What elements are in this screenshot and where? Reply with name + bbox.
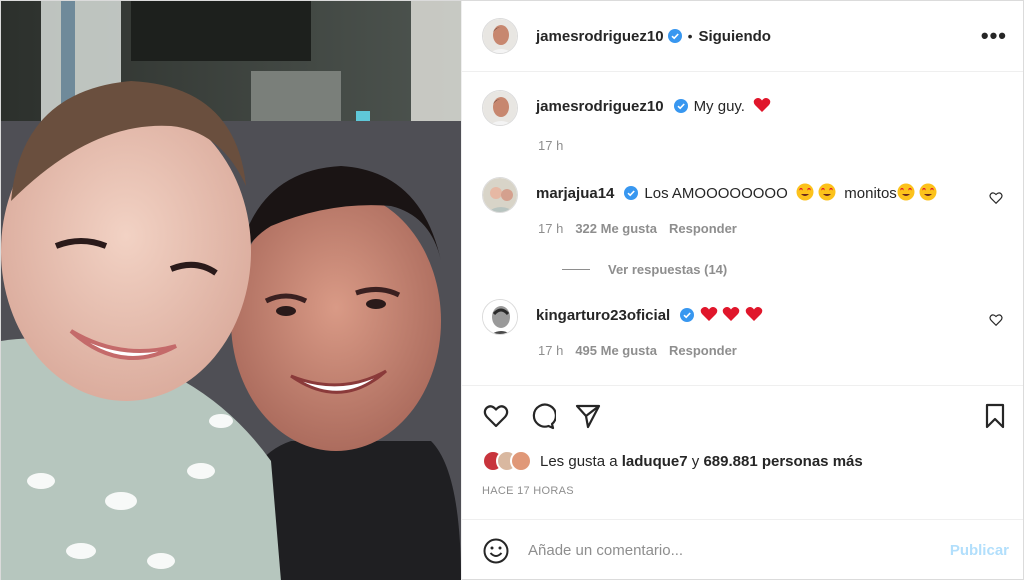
header-separator: • <box>687 28 693 44</box>
author-username[interactable]: jamesrodriguez10 <box>536 28 664 45</box>
view-replies-label: Ver respuestas (14) <box>608 262 728 277</box>
red-heart-emoji <box>753 98 771 112</box>
comments-section: jamesrodriguez10 My guy. 17 h marjajua14… <box>462 72 1023 385</box>
reply-button[interactable]: Responder <box>669 221 737 236</box>
likes-summary: Les gusta a laduque7 y 689.881 personas … <box>462 445 1023 477</box>
post-timestamp[interactable]: HACE 17 HORAS <box>462 477 1023 519</box>
caption-avatar[interactable] <box>482 90 518 126</box>
verified-badge-icon <box>667 29 682 43</box>
commenter-avatar[interactable] <box>482 299 518 335</box>
reply-button[interactable]: Responder <box>669 343 737 358</box>
bookmark-icon[interactable] <box>981 402 1009 430</box>
publish-button[interactable]: Publicar <box>950 542 1009 559</box>
comment-time: 17 h <box>538 343 564 358</box>
comment-item: marjajua14 Los AMOOOOOOOO monitos <box>482 177 1007 213</box>
post-side-panel: jamesrodriguez10 • Siguiendo ••• jamesro… <box>461 1 1023 580</box>
replies-divider <box>562 269 590 270</box>
like-comment-icon[interactable] <box>989 191 1003 205</box>
commenter-avatar[interactable] <box>482 177 518 213</box>
emoji-icon[interactable] <box>482 537 510 565</box>
author-avatar[interactable] <box>482 18 518 54</box>
comment-meta: 17 h 322 Me gusta Responder <box>538 221 1007 236</box>
comment-likes[interactable]: 495 Me gusta <box>575 343 657 358</box>
view-replies-button[interactable]: Ver respuestas (14) <box>562 262 1007 277</box>
share-icon[interactable] <box>574 402 602 430</box>
caption-time: 17 h <box>538 138 564 153</box>
caption: jamesrodriguez10 My guy. <box>482 90 1007 126</box>
add-comment-bar: Publicar <box>462 519 1023 580</box>
likes-prefix: Les gusta a <box>540 452 618 470</box>
heart-eyes-emoji <box>818 183 836 201</box>
post-header: jamesrodriguez10 • Siguiendo ••• <box>462 1 1023 72</box>
post-actions <box>462 385 1023 445</box>
likes-middle: y <box>691 452 700 470</box>
like-comment-icon[interactable] <box>989 313 1003 327</box>
post-photo[interactable] <box>1 1 461 580</box>
liker-username[interactable]: laduque7 <box>622 453 688 470</box>
verified-badge-icon <box>624 186 639 200</box>
following-button[interactable]: Siguiendo <box>698 28 771 45</box>
red-heart-emoji <box>745 307 762 321</box>
heart-icon[interactable] <box>482 402 510 430</box>
red-heart-emoji <box>723 307 740 321</box>
comment-item: kingarturo23oficial <box>482 299 1007 335</box>
verified-badge-icon <box>673 99 688 113</box>
caption-text: My guy. <box>693 98 745 115</box>
more-options-icon[interactable]: ••• <box>981 23 1007 49</box>
comment-text-block: marjajua14 Los AMOOOOOOOO monitos <box>536 177 937 205</box>
comment-input[interactable] <box>528 542 950 559</box>
verified-badge-icon <box>680 308 695 322</box>
comment-likes[interactable]: 322 Me gusta <box>575 221 657 236</box>
comment-text-a: Los AMOOOOOOOO <box>644 185 788 202</box>
comment-username[interactable]: marjajua14 <box>536 185 614 202</box>
caption-meta: 17 h <box>538 138 1007 153</box>
red-heart-emoji <box>700 307 718 321</box>
comment-icon[interactable] <box>528 402 556 430</box>
likes-count[interactable]: 689.881 personas más <box>703 453 862 470</box>
instagram-post: jamesrodriguez10 • Siguiendo ••• jamesro… <box>0 0 1024 580</box>
heart-eyes-emoji <box>919 183 937 201</box>
comment-text-block: kingarturo23oficial <box>536 299 763 327</box>
comment-username[interactable]: kingarturo23oficial <box>536 307 670 324</box>
caption-username[interactable]: jamesrodriguez10 <box>536 98 664 115</box>
comment-meta: 17 h 495 Me gusta Responder <box>538 343 1007 358</box>
heart-eyes-emoji <box>796 183 814 201</box>
comment-text-b: monitos <box>844 185 897 202</box>
likes-text: Les gusta a laduque7 y 689.881 personas … <box>540 453 863 470</box>
heart-eyes-emoji <box>897 183 915 201</box>
comment-time: 17 h <box>538 221 564 236</box>
liker-avatar <box>510 450 532 472</box>
liker-avatars[interactable] <box>482 450 532 472</box>
caption-text-block: jamesrodriguez10 My guy. <box>536 90 771 118</box>
